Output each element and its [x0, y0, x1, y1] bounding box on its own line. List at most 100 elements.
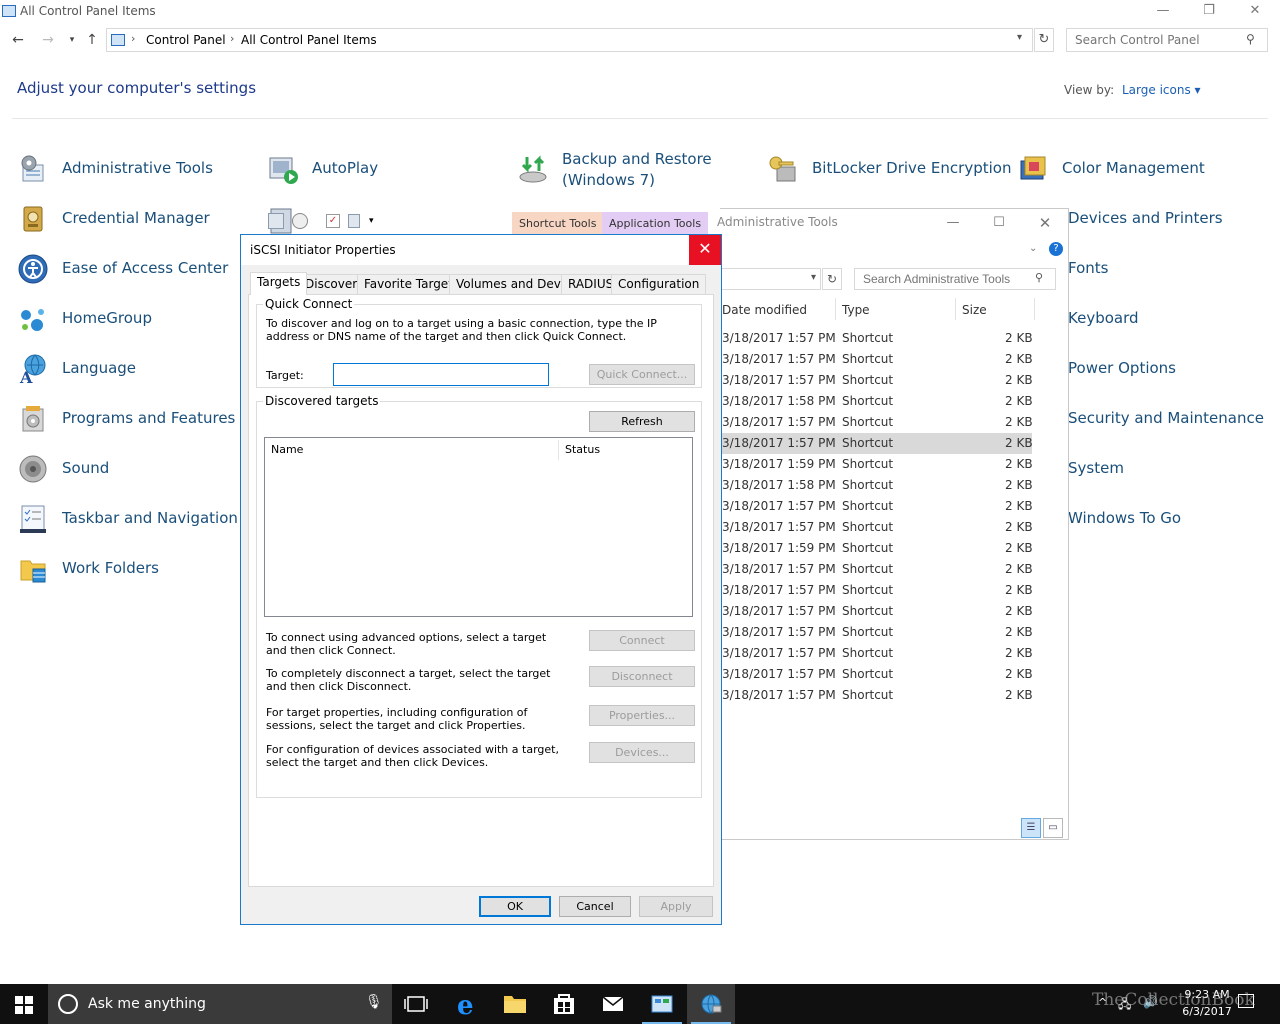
table-row[interactable]: 3/18/2017 1:57 PM Shortcut 2 KB: [720, 412, 1033, 433]
tab-targets[interactable]: Targets: [250, 272, 308, 295]
store-taskbar-button[interactable]: [540, 984, 588, 1024]
breadcrumb-all-items[interactable]: All Control Panel Items: [241, 33, 377, 47]
at-maximize-button[interactable]: ☐: [976, 212, 1022, 236]
at-close-button[interactable]: ✕: [1022, 212, 1068, 236]
table-row[interactable]: 3/18/2017 1:57 PM Shortcut 2 KB: [720, 349, 1033, 370]
properties-gear-icon[interactable]: [292, 213, 308, 229]
tab-shortcut-tools[interactable]: Shortcut Tools: [512, 212, 604, 236]
cp-item-label[interactable]: Windows To Go: [1068, 509, 1181, 527]
table-row[interactable]: 3/18/2017 1:57 PM Shortcut 2 KB: [720, 622, 1033, 643]
col-type[interactable]: Type: [842, 303, 870, 317]
cp-item-label[interactable]: HomeGroup: [62, 309, 152, 327]
cp-item-label[interactable]: Fonts: [1068, 259, 1108, 277]
table-row[interactable]: 3/18/2017 1:57 PM Shortcut 2 KB: [720, 580, 1033, 601]
control-panel-taskbar-button[interactable]: [638, 984, 686, 1024]
table-row[interactable]: 3/18/2017 1:57 PM Shortcut 2 KB: [720, 685, 1033, 706]
table-row[interactable]: 3/18/2017 1:57 PM Shortcut 2 KB: [720, 496, 1033, 517]
cp-item-label[interactable]: Color Management: [1062, 159, 1205, 177]
cp-item-autoplay[interactable]: AutoPlay: [267, 149, 467, 189]
discovered-targets-list[interactable]: Name Status: [264, 437, 693, 617]
at-refresh-icon[interactable]: ↻: [822, 268, 842, 290]
cp-item-sound[interactable]: Sound: [17, 449, 227, 489]
search-icon[interactable]: ⚲: [1246, 32, 1255, 46]
restore-button[interactable]: ❐: [1186, 0, 1232, 24]
cp-item-label[interactable]: Work Folders: [62, 559, 159, 577]
new-folder-icon[interactable]: [348, 214, 360, 228]
breadcrumb-control-panel[interactable]: Control Panel: [146, 33, 226, 47]
table-row[interactable]: 3/18/2017 1:57 PM Shortcut 2 KB: [720, 517, 1033, 538]
cp-item-credential-manager[interactable]: Credential Manager: [17, 199, 227, 239]
cp-item-label[interactable]: Devices and Printers: [1068, 209, 1223, 227]
connect-button[interactable]: Connect: [589, 630, 695, 651]
quick-access-dropdown-icon[interactable]: ▾: [369, 216, 374, 226]
cp-item-label[interactable]: Power Options: [1068, 359, 1176, 377]
table-row[interactable]: 3/18/2017 1:57 PM Shortcut 2 KB: [720, 433, 1033, 454]
ribbon-collapse-chevron-icon[interactable]: ⌄: [1029, 243, 1037, 254]
minimize-button[interactable]: —: [1140, 0, 1186, 24]
table-row[interactable]: 3/18/2017 1:58 PM Shortcut 2 KB: [720, 475, 1033, 496]
breadcrumb-separator-icon[interactable]: ›: [131, 32, 135, 45]
search-icon[interactable]: ⚲: [1035, 271, 1043, 284]
table-row[interactable]: 3/18/2017 1:57 PM Shortcut 2 KB: [720, 601, 1033, 622]
cp-item-label[interactable]: Keyboard: [1068, 309, 1139, 327]
dialog-close-button[interactable]: ✕: [689, 235, 721, 265]
table-row[interactable]: 3/18/2017 1:59 PM Shortcut 2 KB: [720, 454, 1033, 475]
tab-configuration[interactable]: Configuration: [611, 274, 707, 294]
refresh-button[interactable]: Refresh: [589, 411, 695, 432]
refresh-icon[interactable]: ↻: [1034, 28, 1054, 52]
target-input[interactable]: [333, 363, 549, 386]
check-icon[interactable]: ✓: [326, 214, 340, 228]
cp-item-administrative-tools[interactable]: Administrative Tools: [17, 149, 227, 189]
recent-locations-chevron-icon[interactable]: ▾: [62, 30, 82, 50]
table-row[interactable]: 3/18/2017 1:57 PM Shortcut 2 KB: [720, 664, 1033, 685]
col-name[interactable]: Name: [271, 443, 303, 456]
start-button[interactable]: [0, 984, 48, 1024]
cp-item-taskbar-and-navigation[interactable]: Taskbar and Navigation: [17, 499, 238, 539]
microphone-icon[interactable]: 🎙: [365, 994, 383, 1014]
iscsi-initiator-taskbar-button[interactable]: [687, 984, 735, 1024]
devices-button[interactable]: Devices...: [589, 742, 695, 763]
col-date-modified[interactable]: Date modified: [722, 303, 807, 317]
address-bar[interactable]: › Control Panel › All Control Panel Item…: [106, 28, 1033, 52]
search-control-panel-input[interactable]: [1066, 28, 1268, 52]
table-row[interactable]: 3/18/2017 1:57 PM Shortcut 2 KB: [720, 643, 1033, 664]
cp-item-label[interactable]: Sound: [62, 459, 109, 477]
cp-item-label[interactable]: Taskbar and Navigation: [62, 509, 238, 527]
table-row[interactable]: 3/18/2017 1:57 PM Shortcut 2 KB: [720, 559, 1033, 580]
details-view-icon[interactable]: ☰: [1021, 818, 1041, 838]
col-size[interactable]: Size: [962, 303, 987, 317]
large-icons-view-icon[interactable]: ▭: [1043, 818, 1063, 838]
close-button[interactable]: ✕: [1232, 0, 1278, 24]
cp-item-label[interactable]: Programs and Features: [62, 409, 235, 427]
column-separator[interactable]: [835, 298, 836, 320]
task-view-button[interactable]: [392, 984, 440, 1024]
cp-item-backup-and-restore[interactable]: Backup and Restore (Windows 7): [517, 149, 737, 191]
cp-item-label[interactable]: BitLocker Drive Encryption: [812, 159, 1011, 177]
cp-item-label[interactable]: Credential Manager: [62, 209, 210, 227]
tab-application-tools[interactable]: Application Tools: [602, 212, 709, 236]
cp-item-language[interactable]: A Language: [17, 349, 227, 389]
cancel-button[interactable]: Cancel: [559, 896, 631, 917]
cortana-search-box[interactable]: Ask me anything 🎙: [48, 984, 392, 1024]
column-separator[interactable]: [955, 298, 956, 320]
cp-item-ease-of-access[interactable]: Ease of Access Center: [17, 249, 228, 289]
edge-taskbar-button[interactable]: e: [443, 984, 491, 1024]
column-separator[interactable]: [558, 440, 559, 460]
cp-item-label[interactable]: Backup and Restore (Windows 7): [562, 149, 722, 191]
table-row[interactable]: 3/18/2017 1:57 PM Shortcut 2 KB: [720, 328, 1033, 349]
cp-item-label[interactable]: AutoPlay: [312, 159, 378, 177]
address-dropdown-icon[interactable]: ▾: [1017, 32, 1022, 43]
table-row[interactable]: 3/18/2017 1:57 PM Shortcut 2 KB: [720, 370, 1033, 391]
mail-taskbar-button[interactable]: [589, 984, 637, 1024]
cp-item-label[interactable]: Ease of Access Center: [62, 259, 228, 277]
search-administrative-tools-input[interactable]: [854, 268, 1056, 290]
cp-item-label[interactable]: Language: [62, 359, 136, 377]
table-row[interactable]: 3/18/2017 1:59 PM Shortcut 2 KB: [720, 538, 1033, 559]
apply-button[interactable]: Apply: [639, 896, 713, 917]
cp-item-label[interactable]: Administrative Tools: [62, 159, 213, 177]
col-status[interactable]: Status: [565, 443, 600, 456]
cp-item-bitlocker[interactable]: BitLocker Drive Encryption: [767, 149, 1011, 189]
back-arrow-icon[interactable]: ←: [8, 30, 28, 50]
ok-button[interactable]: OK: [479, 896, 551, 917]
view-by-dropdown[interactable]: Large icons ▾: [1122, 83, 1201, 97]
